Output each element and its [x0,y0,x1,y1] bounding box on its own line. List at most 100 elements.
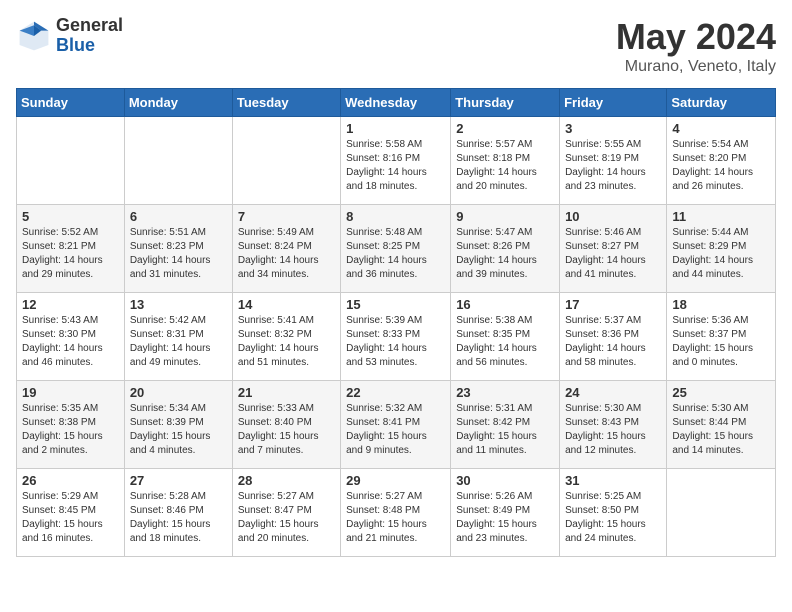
day-info: Sunrise: 5:44 AM Sunset: 8:29 PM Dayligh… [672,226,770,282]
day-number: 31 [565,473,661,488]
calendar-cell: 13 Sunrise: 5:42 AM Sunset: 8:31 PM Dayli… [124,293,232,381]
day-number: 22 [346,385,445,400]
day-info: Sunrise: 5:42 AM Sunset: 8:31 PM Dayligh… [130,314,227,370]
calendar-cell: 26Sunrise: 5:29 AM Sunset: 8:45 PM Dayli… [17,469,125,557]
weekday-header: Saturday [667,89,776,117]
day-info: Sunrise: 5:55 AM Sunset: 8:19 PM Dayligh… [565,138,661,194]
day-number: 28 [238,473,335,488]
day-number: 15 [346,297,445,312]
day-number: 30 [456,473,554,488]
calendar-cell: 27 Sunrise: 5:28 AM Sunset: 8:46 PM Dayli… [124,469,232,557]
calendar-cell: 21 Sunrise: 5:33 AM Sunset: 8:40 PM Dayli… [232,381,340,469]
day-number: 14 [238,297,335,312]
weekday-header: Wednesday [341,89,451,117]
day-number: 19 [22,385,119,400]
calendar-cell: 15 Sunrise: 5:39 AM Sunset: 8:33 PM Dayli… [341,293,451,381]
day-number: 8 [346,209,445,224]
calendar-cell: 5Sunrise: 5:52 AM Sunset: 8:21 PM Daylig… [17,205,125,293]
calendar-cell [232,117,340,205]
day-info: Sunrise: 5:43 AM Sunset: 8:30 PM Dayligh… [22,314,119,370]
calendar-cell: 8 Sunrise: 5:48 AM Sunset: 8:25 PM Daylig… [341,205,451,293]
weekday-header: Sunday [17,89,125,117]
calendar-cell: 25 Sunrise: 5:30 AM Sunset: 8:44 PM Dayli… [667,381,776,469]
day-info: Sunrise: 5:39 AM Sunset: 8:33 PM Dayligh… [346,314,445,370]
calendar-table: SundayMondayTuesdayWednesdayThursdayFrid… [16,88,776,557]
month-title: May 2024 [616,16,776,58]
day-info: Sunrise: 5:49 AM Sunset: 8:24 PM Dayligh… [238,226,335,282]
calendar-cell: 3 Sunrise: 5:55 AM Sunset: 8:19 PM Daylig… [560,117,667,205]
day-number: 1 [346,121,445,136]
day-number: 12 [22,297,119,312]
day-info: Sunrise: 5:41 AM Sunset: 8:32 PM Dayligh… [238,314,335,370]
day-info: Sunrise: 5:38 AM Sunset: 8:35 PM Dayligh… [456,314,554,370]
day-info: Sunrise: 5:32 AM Sunset: 8:41 PM Dayligh… [346,402,445,458]
day-info: Sunrise: 5:58 AM Sunset: 8:16 PM Dayligh… [346,138,445,194]
weekday-header: Tuesday [232,89,340,117]
day-number: 17 [565,297,661,312]
day-info: Sunrise: 5:29 AM Sunset: 8:45 PM Dayligh… [22,490,119,546]
calendar-week-row: 5Sunrise: 5:52 AM Sunset: 8:21 PM Daylig… [17,205,776,293]
calendar-header-row: SundayMondayTuesdayWednesdayThursdayFrid… [17,89,776,117]
day-info: Sunrise: 5:33 AM Sunset: 8:40 PM Dayligh… [238,402,335,458]
day-info: Sunrise: 5:30 AM Sunset: 8:44 PM Dayligh… [672,402,770,458]
day-info: Sunrise: 5:25 AM Sunset: 8:50 PM Dayligh… [565,490,661,546]
calendar-cell: 6Sunrise: 5:51 AM Sunset: 8:23 PM Daylig… [124,205,232,293]
day-info: Sunrise: 5:46 AM Sunset: 8:27 PM Dayligh… [565,226,661,282]
day-number: 2 [456,121,554,136]
calendar-cell: 31 Sunrise: 5:25 AM Sunset: 8:50 PM Dayli… [560,469,667,557]
day-info: Sunrise: 5:31 AM Sunset: 8:42 PM Dayligh… [456,402,554,458]
calendar-cell [667,469,776,557]
day-info: Sunrise: 5:26 AM Sunset: 8:49 PM Dayligh… [456,490,554,546]
day-number: 20 [130,385,227,400]
day-info: Sunrise: 5:34 AM Sunset: 8:39 PM Dayligh… [130,402,227,458]
calendar-cell: 28Sunrise: 5:27 AM Sunset: 8:47 PM Dayli… [232,469,340,557]
day-number: 13 [130,297,227,312]
day-info: Sunrise: 5:30 AM Sunset: 8:43 PM Dayligh… [565,402,661,458]
page-header: General Blue May 2024 Murano, Veneto, It… [16,16,776,76]
weekday-header: Monday [124,89,232,117]
day-info: Sunrise: 5:57 AM Sunset: 8:18 PM Dayligh… [456,138,554,194]
calendar-cell: 4Sunrise: 5:54 AM Sunset: 8:20 PM Daylig… [667,117,776,205]
calendar-week-row: 19 Sunrise: 5:35 AM Sunset: 8:38 PM Dayli… [17,381,776,469]
calendar-cell [124,117,232,205]
day-info: Sunrise: 5:36 AM Sunset: 8:37 PM Dayligh… [672,314,770,370]
calendar-week-row: 12 Sunrise: 5:43 AM Sunset: 8:30 PM Dayli… [17,293,776,381]
day-info: Sunrise: 5:28 AM Sunset: 8:46 PM Dayligh… [130,490,227,546]
day-number: 16 [456,297,554,312]
day-info: Sunrise: 5:52 AM Sunset: 8:21 PM Dayligh… [22,226,119,282]
calendar-cell: 7Sunrise: 5:49 AM Sunset: 8:24 PM Daylig… [232,205,340,293]
day-number: 24 [565,385,661,400]
location-title: Murano, Veneto, Italy [616,58,776,76]
calendar-cell: 23Sunrise: 5:31 AM Sunset: 8:42 PM Dayli… [451,381,560,469]
day-number: 25 [672,385,770,400]
day-number: 21 [238,385,335,400]
calendar-cell: 19 Sunrise: 5:35 AM Sunset: 8:38 PM Dayli… [17,381,125,469]
day-number: 18 [672,297,770,312]
calendar-cell: 10Sunrise: 5:46 AM Sunset: 8:27 PM Dayli… [560,205,667,293]
calendar-cell: 2 Sunrise: 5:57 AM Sunset: 8:18 PM Daylig… [451,117,560,205]
calendar-cell: 16 Sunrise: 5:38 AM Sunset: 8:35 PM Dayli… [451,293,560,381]
day-info: Sunrise: 5:48 AM Sunset: 8:25 PM Dayligh… [346,226,445,282]
calendar-cell: 11Sunrise: 5:44 AM Sunset: 8:29 PM Dayli… [667,205,776,293]
day-info: Sunrise: 5:35 AM Sunset: 8:38 PM Dayligh… [22,402,119,458]
calendar-cell: 20 Sunrise: 5:34 AM Sunset: 8:39 PM Dayli… [124,381,232,469]
weekday-header: Friday [560,89,667,117]
calendar-week-row: 1 Sunrise: 5:58 AM Sunset: 8:16 PM Daylig… [17,117,776,205]
logo-icon [16,18,52,54]
calendar-cell: 24 Sunrise: 5:30 AM Sunset: 8:43 PM Dayli… [560,381,667,469]
logo: General Blue [16,16,123,56]
day-info: Sunrise: 5:27 AM Sunset: 8:48 PM Dayligh… [346,490,445,546]
calendar-cell: 29 Sunrise: 5:27 AM Sunset: 8:48 PM Dayli… [341,469,451,557]
day-number: 27 [130,473,227,488]
calendar-cell [17,117,125,205]
day-number: 9 [456,209,554,224]
day-number: 6 [130,209,227,224]
logo-general-text: General [56,16,123,36]
calendar-cell: 30 Sunrise: 5:26 AM Sunset: 8:49 PM Dayli… [451,469,560,557]
calendar-week-row: 26Sunrise: 5:29 AM Sunset: 8:45 PM Dayli… [17,469,776,557]
day-number: 3 [565,121,661,136]
logo-blue-text: Blue [56,36,123,56]
calendar-cell: 14 Sunrise: 5:41 AM Sunset: 8:32 PM Dayli… [232,293,340,381]
logo-text: General Blue [56,16,123,56]
day-number: 29 [346,473,445,488]
